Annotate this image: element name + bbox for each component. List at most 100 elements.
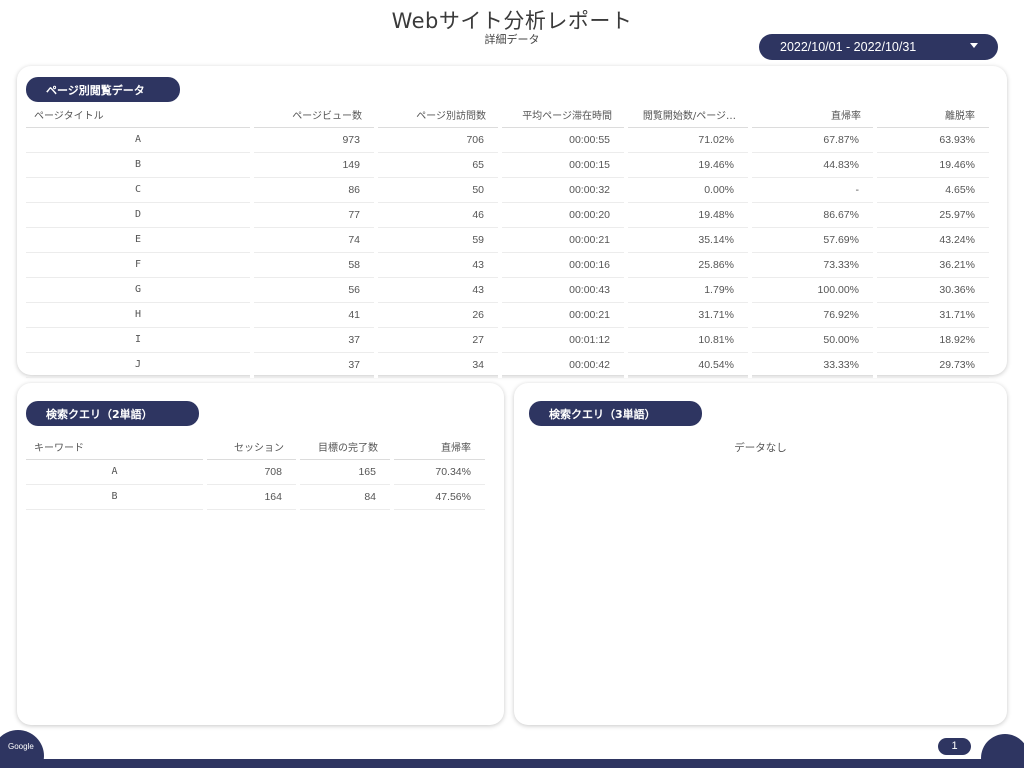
table-row: I 37 27 00:01:12 10.81% 50.00% 18.92% [26, 327, 989, 353]
column-header[interactable]: ページタイトル [26, 103, 252, 128]
no-data-message: データなし [734, 442, 787, 454]
cell-value: 43 [374, 252, 500, 278]
cell-value: 00:00:21 [498, 302, 626, 328]
row-label: C [26, 177, 253, 203]
column-header[interactable]: 閲覧開始数/ページ… [626, 103, 750, 128]
table-row: G 56 43 00:00:43 1.79% 100.00% 30.36% [26, 277, 989, 303]
cell-value: 65 [374, 152, 500, 178]
cell-value: 76.92% [748, 302, 875, 328]
cell-value: 00:00:21 [498, 227, 626, 253]
cell-value: 63.93% [873, 127, 989, 153]
cell-value: 35.14% [624, 227, 750, 253]
table-row: H 41 26 00:00:21 31.71% 76.92% 31.71% [26, 302, 989, 328]
cell-value: 4.65% [873, 177, 989, 203]
cell-value: 706 [374, 127, 500, 153]
page-data-table: ページタイトル ページビュー数 ページ別訪問数 平均ページ滞在時間 閲覧開始数/ページ…… [26, 103, 989, 378]
cell-value: 40.54% [624, 352, 750, 378]
column-header[interactable]: セッション [205, 435, 298, 460]
page-data-section-label: ページ別閲覧データ [26, 77, 180, 102]
cell-value: 33.33% [748, 352, 875, 378]
cell-value: 59 [374, 227, 500, 253]
cell-value: 165 [296, 459, 392, 485]
row-label: G [26, 277, 253, 303]
cell-value: 57.69% [748, 227, 875, 253]
cell-value: 10.81% [624, 327, 750, 353]
footer-corner-decoration [981, 734, 1024, 768]
column-header[interactable]: ページ別訪問数 [376, 103, 500, 128]
cell-value: 100.00% [748, 277, 875, 303]
cell-value: 18.92% [873, 327, 989, 353]
row-label: B [26, 484, 206, 510]
cell-value: 00:00:42 [498, 352, 626, 378]
cell-value: 00:01:12 [498, 327, 626, 353]
cell-value: 50 [374, 177, 500, 203]
column-header[interactable]: キーワード [26, 435, 205, 460]
date-range-label: 2022/10/01 - 2022/10/31 [780, 40, 917, 54]
cell-value: 1.79% [624, 277, 750, 303]
date-range-selector[interactable]: 2022/10/01 - 2022/10/31 [759, 34, 998, 60]
google-logo: Google [0, 730, 44, 768]
query-3words-section-label: 検索クエリ（3単語） [529, 401, 702, 426]
cell-value: 30.36% [873, 277, 989, 303]
cell-value: 973 [250, 127, 376, 153]
table-row: C 86 50 00:00:32 0.00% -4.65% [26, 177, 989, 203]
cell-value: 164 [203, 484, 298, 510]
caret-down-icon [970, 43, 978, 48]
cell-value: 86.67% [748, 202, 875, 228]
query-2words-table: キーワード セッション 目標の完了数 直帰率 A 708 165 70.34% B 164 84 4… [26, 435, 485, 510]
cell-value: 56 [250, 277, 376, 303]
cell-value: 74 [250, 227, 376, 253]
column-header[interactable]: 直帰率 [392, 435, 485, 460]
table-row: B 149 65 00:00:15 19.46% 44.83% 19.46% [26, 152, 989, 178]
cell-value: 00:00:20 [498, 202, 626, 228]
column-header[interactable]: 離脱率 [875, 103, 989, 128]
cell-value: 29.73% [873, 352, 989, 378]
cell-value: 34 [374, 352, 500, 378]
cell-value: 46 [374, 202, 500, 228]
cell-value: 00:00:16 [498, 252, 626, 278]
cell-value: 37 [250, 352, 376, 378]
cell-value: 19.46% [873, 152, 989, 178]
row-label: E [26, 227, 253, 253]
cell-value: 71.02% [624, 127, 750, 153]
table-row: B 164 84 47.56% [26, 484, 485, 510]
cell-value: 25.97% [873, 202, 989, 228]
cell-value: 43 [374, 277, 500, 303]
cell-value: 70.34% [390, 459, 485, 485]
cell-value: 43.24% [873, 227, 989, 253]
table-header-row: キーワード セッション 目標の完了数 直帰率 [26, 435, 485, 460]
column-header[interactable]: 目標の完了数 [298, 435, 392, 460]
row-label: A [26, 459, 206, 485]
column-header[interactable]: 直帰率 [750, 103, 875, 128]
cell-value: 31.71% [624, 302, 750, 328]
cell-value: 25.86% [624, 252, 750, 278]
cell-value: 19.46% [624, 152, 750, 178]
cell-value: 00:00:43 [498, 277, 626, 303]
table-row: F 58 43 00:00:16 25.86% 73.33% 36.21% [26, 252, 989, 278]
cell-value: 00:00:15 [498, 152, 626, 178]
cell-value: 0.00% [624, 177, 750, 203]
row-label: A [26, 127, 253, 153]
table-row: D 77 46 00:00:20 19.48% 86.67% 25.97% [26, 202, 989, 228]
cell-value: 708 [203, 459, 298, 485]
row-label: B [26, 152, 253, 178]
table-row: J 37 34 00:00:42 40.54% 33.33% 29.73% [26, 352, 989, 378]
column-header[interactable]: ページビュー数 [252, 103, 376, 128]
cell-value: 44.83% [748, 152, 875, 178]
cell-value: 86 [250, 177, 376, 203]
cell-value: 84 [296, 484, 392, 510]
cell-value: 31.71% [873, 302, 989, 328]
cell-value: 73.33% [748, 252, 875, 278]
row-label: I [26, 327, 253, 353]
row-label: D [26, 202, 253, 228]
table-row: E 74 59 00:00:21 35.14% 57.69% 43.24% [26, 227, 989, 253]
row-label: H [26, 302, 253, 328]
column-header[interactable]: 平均ページ滞在時間 [500, 103, 626, 128]
table-header-row: ページタイトル ページビュー数 ページ別訪問数 平均ページ滞在時間 閲覧開始数/ページ…… [26, 103, 989, 128]
page-number[interactable]: 1 [938, 738, 971, 755]
page-data-card: ページ別閲覧データ ページタイトル ページビュー数 ページ別訪問数 平均ページ滞在時間… [17, 66, 1007, 378]
query-3words-card: 検索クエリ（3単語） データなし [514, 383, 1007, 725]
row-label: J [26, 352, 253, 378]
cell-value: 26 [374, 302, 500, 328]
cell-value: 41 [250, 302, 376, 328]
